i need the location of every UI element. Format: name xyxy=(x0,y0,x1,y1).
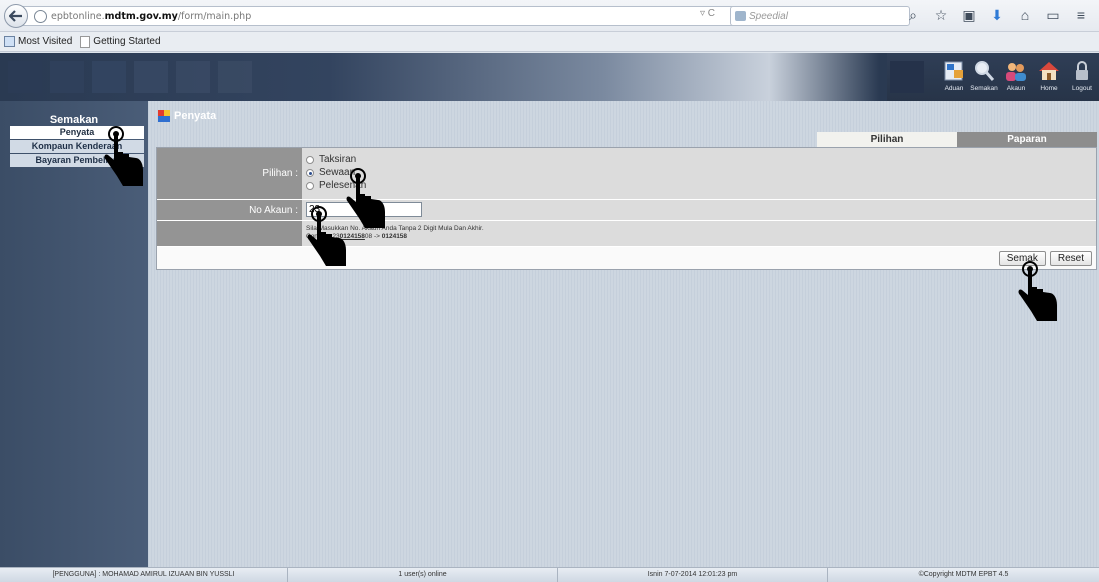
menu-home[interactable]: Home xyxy=(1034,59,1064,92)
home-icon xyxy=(1039,62,1059,80)
bookmark-most-visited[interactable]: Most Visited xyxy=(4,36,72,47)
search-input[interactable]: Speedial xyxy=(730,6,910,26)
menu-semakan[interactable]: Semakan xyxy=(969,59,999,92)
status-online: 1 user(s) online xyxy=(288,568,558,582)
option-sewaan[interactable]: Sewaan xyxy=(306,166,1096,179)
hint-label xyxy=(157,221,302,246)
option-group: Taksiran Sewaan Pelesenan xyxy=(302,148,1096,199)
reload-icon[interactable]: ▿ C xyxy=(700,8,715,19)
url-text: epbtonline.mdtm.gov.my/form/main.php xyxy=(51,10,252,22)
status-user: [PENGGUNA] : MOHAMAD AMIRUL IZUAAN BIN Y… xyxy=(0,568,288,582)
tab-pilihan[interactable]: Pilihan xyxy=(817,132,957,147)
status-bar: [PENGGUNA] : MOHAMAD AMIRUL IZUAAN BIN Y… xyxy=(0,567,1099,582)
hand-cursor-icon xyxy=(346,168,385,228)
main-content: Penyata Pilihan Paparan Pilihan : Taksir… xyxy=(148,101,1099,567)
button-row: Semak Reset xyxy=(157,247,1096,269)
header-banner: Aduan Semakan Akaun Home Logout xyxy=(0,53,1099,101)
search-placeholder: Speedial xyxy=(749,10,788,22)
search-engine-icon xyxy=(735,11,746,21)
globe-icon xyxy=(34,9,47,23)
bookmarks-bar: Most Visited Getting Started xyxy=(0,32,1099,52)
account-cell xyxy=(302,200,1096,220)
bookmark-getting-started[interactable]: Getting Started xyxy=(80,35,161,48)
tab-paparan[interactable]: Paparan xyxy=(957,132,1097,147)
hand-cursor-icon xyxy=(104,126,143,186)
account-row: No Akaun : xyxy=(157,200,1096,221)
top-menu: Aduan Semakan Akaun Home Logout xyxy=(887,53,1099,101)
radio-sewaan[interactable] xyxy=(306,168,314,177)
back-button[interactable] xyxy=(4,4,28,28)
menu-logout[interactable]: Logout xyxy=(1067,59,1097,92)
arrow-left-icon xyxy=(9,10,22,22)
hint-cell: Sila Masukkan No. Akaun Anda Tanpa 2 Dig… xyxy=(302,221,1096,246)
clipboard-icon[interactable]: ▣ xyxy=(961,6,977,24)
lock-icon xyxy=(1076,61,1088,80)
page-title: Penyata xyxy=(158,110,216,122)
menu-aduan[interactable]: Aduan xyxy=(939,59,969,92)
pilihan-label: Pilihan : xyxy=(157,148,302,199)
home-icon[interactable]: ⌂ xyxy=(1017,6,1033,24)
hint-text: Sila Masukkan No. Akaun Anda Tanpa 2 Dig… xyxy=(306,225,484,240)
statement-form: Pilihan : Taksiran Sewaan Pelesenan No A… xyxy=(156,147,1097,270)
status-datetime: Isnin 7-07-2014 12:01:23 pm xyxy=(558,568,828,582)
star-icon[interactable]: ☆ xyxy=(933,6,949,24)
option-pelesenan[interactable]: Pelesenan xyxy=(306,179,1096,192)
hand-cursor-icon xyxy=(1018,261,1057,321)
hand-cursor-icon xyxy=(307,206,346,266)
menu-akaun[interactable]: Akaun xyxy=(1001,59,1031,92)
account-label: No Akaun : xyxy=(157,200,302,220)
radio-taksiran[interactable] xyxy=(306,155,314,164)
window-icon[interactable]: ▭ xyxy=(1045,6,1061,24)
flag-icon xyxy=(158,110,170,122)
magnifier-icon xyxy=(975,61,995,81)
status-copyright: ©Copyright MDTM EPBT 4.5 xyxy=(918,571,1009,578)
download-icon[interactable]: ⬇ xyxy=(989,6,1005,24)
bookmark-icon xyxy=(4,36,15,47)
hint-row: Sila Masukkan No. Akaun Anda Tanpa 2 Dig… xyxy=(157,221,1096,247)
page-icon xyxy=(80,35,91,48)
complaint-icon xyxy=(944,61,963,81)
users-icon xyxy=(1006,63,1026,81)
search-icon[interactable]: ⌕ xyxy=(905,6,921,24)
menu-icon[interactable]: ≡ xyxy=(1073,6,1089,24)
browser-toolbar: epbtonline.mdtm.gov.my/form/main.php ▿ C… xyxy=(0,0,1099,32)
radio-pelesenan[interactable] xyxy=(306,181,314,190)
pilihan-row: Pilihan : Taksiran Sewaan Pelesenan xyxy=(157,148,1096,200)
option-taksiran[interactable]: Taksiran xyxy=(306,153,1096,166)
